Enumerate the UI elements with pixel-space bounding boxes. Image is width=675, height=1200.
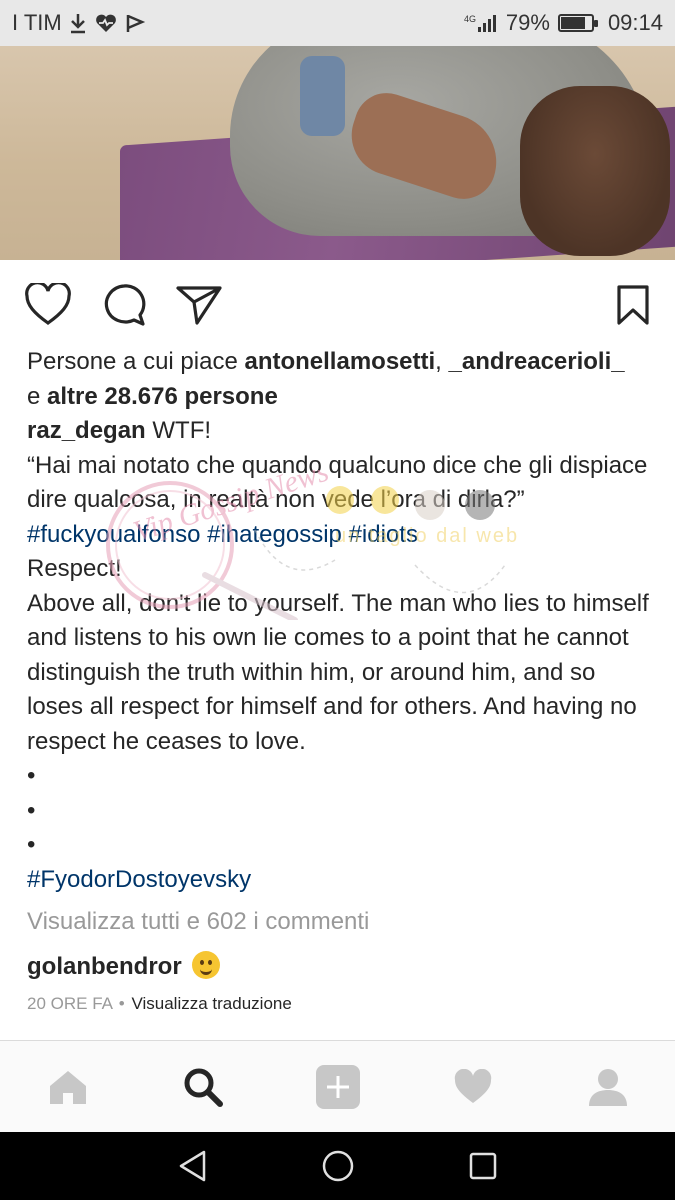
recents-icon <box>469 1152 496 1180</box>
battery-percent: 79% <box>505 10 550 35</box>
tab-profile[interactable] <box>540 1041 675 1132</box>
paper-plane-icon <box>176 286 222 325</box>
post-meta: 20 ORE FA • Visualizza traduzione <box>27 992 652 1016</box>
status-bar: I TIM 4G 79% 09:14 <box>0 0 675 46</box>
view-translation-link[interactable]: Visualizza traduzione <box>131 994 291 1013</box>
liker-andreacerioli[interactable]: _andreacerioli_ <box>449 348 625 375</box>
tab-home[interactable] <box>0 1041 135 1132</box>
post-timestamp: 20 ORE FA <box>27 994 113 1013</box>
heart-icon <box>454 1068 491 1103</box>
post-actions <box>0 262 675 348</box>
add-post-icon <box>315 1064 360 1109</box>
caption-dot: • <box>27 762 36 789</box>
hashtag-fuckyoualfonso[interactable]: #fuckyoualfonso <box>27 521 200 548</box>
caption-respect: Respect! <box>27 555 122 582</box>
photo-wristband <box>300 56 345 136</box>
status-left: I TIM <box>12 10 146 36</box>
caption-dot: • <box>27 796 36 824</box>
media-flag-icon <box>124 12 146 34</box>
back-icon <box>179 1150 205 1182</box>
liker-antonellamosetti[interactable]: antonellamosetti <box>244 348 435 375</box>
caption-body: Above all, don't lie to yourself. The ma… <box>27 589 649 755</box>
smiling-face-emoji-icon <box>192 950 221 979</box>
heart-outline-icon <box>25 283 71 325</box>
view-all-comments-link[interactable]: Visualizza tutti e 602 i commenti <box>27 905 652 940</box>
comment-button[interactable] <box>99 280 149 330</box>
likes-line: Persone a cui piace antonellamosetti, _a… <box>27 345 652 414</box>
likes-comma: , <box>435 348 449 375</box>
likes-conjunction: e <box>27 382 48 410</box>
post-content: Persone a cui piace antonellamosetti, _a… <box>27 345 652 1016</box>
hashtag-idiots[interactable]: #idiots <box>349 521 418 548</box>
network-label: 4G <box>464 14 476 24</box>
likes-prefix: Persone a cui piace <box>27 348 245 375</box>
meta-separator: • <box>118 994 125 1013</box>
caption-first-line: WTF! <box>145 417 212 444</box>
home-circle-icon <box>322 1150 353 1182</box>
save-button[interactable] <box>608 280 658 330</box>
caption: raz_degan WTF! “Hai mai notato che quand… <box>27 414 652 897</box>
nav-recents-button[interactable] <box>463 1146 503 1186</box>
nav-back-button[interactable] <box>173 1146 213 1186</box>
likes-others-link[interactable]: altre 28.676 persone <box>47 383 278 410</box>
post-photo[interactable] <box>0 46 675 260</box>
carrier-label: I TIM <box>12 10 62 35</box>
comment: golanbendror <box>27 950 652 985</box>
nav-home-button[interactable] <box>318 1146 358 1186</box>
bottom-tab-bar <box>0 1041 675 1132</box>
search-icon <box>184 1068 223 1107</box>
battery-level <box>560 17 585 29</box>
home-icon <box>49 1070 86 1104</box>
hashtag-ihategossip[interactable]: #ihategossip <box>207 521 342 548</box>
caption-username[interactable]: raz_degan <box>27 417 146 444</box>
profile-icon <box>588 1068 627 1106</box>
download-icon <box>68 12 88 34</box>
like-button[interactable] <box>23 280 73 330</box>
battery-icon <box>557 14 598 32</box>
clock: 09:14 <box>607 10 663 35</box>
tab-search[interactable] <box>135 1041 270 1132</box>
bookmark-icon <box>617 285 649 325</box>
status-right: 4G 79% 09:14 <box>464 10 663 36</box>
comment-username[interactable]: golanbendror <box>27 953 182 980</box>
share-button[interactable] <box>174 280 224 330</box>
signal-icon: 4G <box>464 12 498 34</box>
caption-quote: “Hai mai notato che quando qualcuno dice… <box>27 451 648 514</box>
android-nav-bar <box>0 1132 675 1200</box>
caption-dot: • <box>27 831 36 858</box>
comment-bubble-icon <box>104 284 146 326</box>
photo-leg <box>520 86 670 256</box>
tab-add-post[interactable] <box>270 1041 405 1132</box>
hashtag-fyodordostoyevsky[interactable]: #FyodorDostoyevsky <box>27 863 652 898</box>
tab-activity[interactable] <box>405 1041 540 1132</box>
health-heart-icon <box>94 12 118 34</box>
